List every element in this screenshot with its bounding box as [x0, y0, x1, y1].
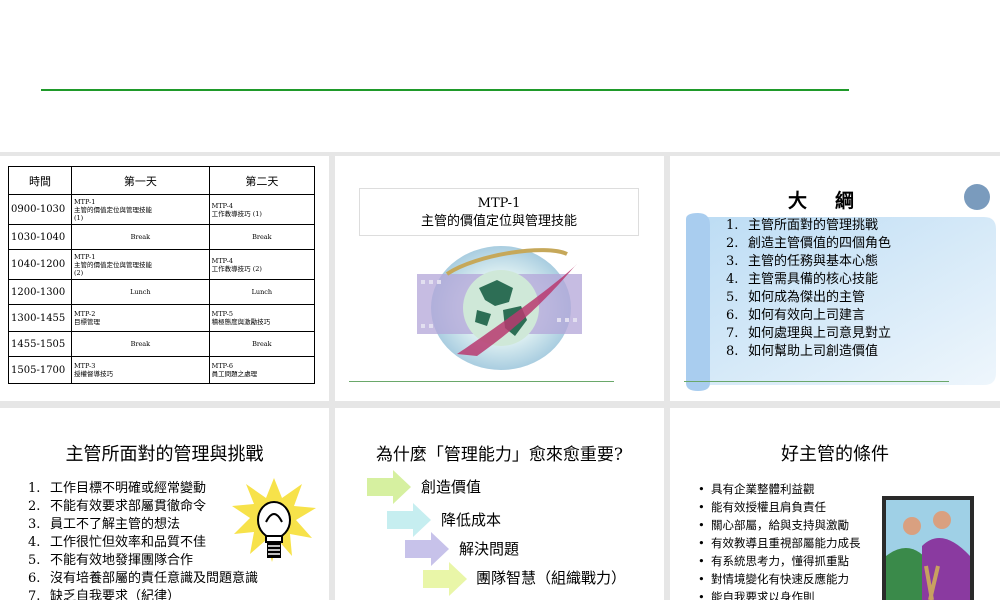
time-cell: 1200-1300: [8, 279, 72, 305]
slide-challenges[interactable]: 主管所面對的管理與挑戰 1. 工作目標不明確或經常變動 2. 不能有效要求部屬貫徹命…: [0, 408, 329, 600]
day1-cell: Break: [71, 224, 210, 250]
list-item: 4. 主管需具備的核心技能: [726, 272, 879, 287]
time-cell: 1455-1505: [8, 331, 72, 357]
day1-cell: MTP-1 主管的價值定位與管理技能 (1): [71, 194, 210, 225]
green-rule: [41, 89, 849, 91]
step-3: 解決問題: [459, 540, 520, 558]
day1-cell: Lunch: [71, 279, 210, 305]
lightbulb-icon: [232, 478, 316, 562]
list-item: 能自我要求以身作則: [698, 588, 861, 600]
list-item: 8. 如何幫助上司創造價值: [726, 344, 879, 359]
slide-schedule[interactable]: 時間 第一天 第二天 0900-1030 MTP-1 主管的價值定位與管理技能 …: [0, 156, 329, 401]
challenges-list: 1. 工作目標不明確或經常變動 2. 不能有效要求部屬貫徹命令 3. 員工不了解主管的…: [28, 480, 258, 600]
slide-title[interactable]: MTP-1 主管的價值定位與管理技能: [335, 156, 664, 401]
list-item: 有效教導且重視部屬能力成長: [698, 534, 861, 552]
day2-cell: MTP-6 員工問題之處理: [208, 356, 316, 384]
schedule-table: 時間 第一天 第二天 0900-1030 MTP-1 主管的價值定位與管理技能 …: [8, 166, 316, 384]
day1-cell: Break: [71, 331, 210, 357]
outline-list: 1. 主管所面對的管理挑戰 2. 創造主管價值的四個角色 3. 主管的任務與基本心態 …: [726, 217, 891, 361]
time-cell: 1300-1455: [8, 304, 72, 332]
table-row: 1040-1200 MTP-1 主管的價值定位與管理技能 (2) MTP-4 工…: [8, 249, 316, 280]
leaders-clipart: [882, 496, 974, 600]
list-item: 有系統思考力，懂得抓重點: [698, 552, 861, 570]
globe-clipart: [417, 246, 582, 370]
list-item: 具有企業整體利益觀: [698, 480, 861, 498]
header-day1: 第一天: [71, 166, 210, 195]
slide-why-management[interactable]: 為什麼「管理能力」愈來愈重要? 創造價值 降低成本 解決問題 團隊智慧（組織戰力…: [335, 408, 664, 600]
table-row: 1200-1300 Lunch Lunch: [8, 279, 316, 305]
step-1: 創造價值: [421, 478, 482, 496]
slide-good-boss[interactable]: 好主管的條件 具有企業整體利益觀 能有效授權且肩負責任 關心部屬，給與支持與激勵…: [670, 408, 1000, 600]
step-4: 團隊智慧（組織戰力）: [476, 569, 627, 587]
list-item: 7. 如何處理與上司意見對立: [726, 326, 892, 341]
header-time: 時間: [8, 166, 72, 195]
list-item: 3. 主管的任務與基本心態: [726, 254, 879, 269]
table-row: 1455-1505 Break Break: [8, 331, 316, 357]
challenges-title: 主管所面對的管理與挑戰: [65, 444, 264, 465]
list-item: 6. 如何有效向上司建言: [726, 308, 866, 323]
table-header-row: 時間 第一天 第二天: [8, 166, 316, 195]
footer-rule: [684, 381, 949, 382]
step-2: 降低成本: [441, 511, 502, 529]
slide-outline[interactable]: 大綱 1. 主管所面對的管理挑戰 2. 創造主管價值的四個角色 3. 主管的任務與基本…: [670, 156, 1000, 401]
footer-rule: [349, 381, 614, 382]
list-item: 對情境變化有快速反應能力: [698, 570, 861, 588]
time-cell: 1030-1040: [8, 224, 72, 250]
day2-cell: MTP-5 積極態度與激勵技巧: [208, 304, 316, 332]
time-cell: 0900-1030: [8, 194, 72, 225]
list-item: 關心部屬，給與支持與激勵: [698, 516, 861, 534]
why-title: 為什麼「管理能力」愈來愈重要?: [375, 445, 624, 465]
top-area: [0, 0, 1000, 152]
time-cell: 1040-1200: [8, 249, 72, 280]
day1-cell: MTP-3 授權督導技巧: [71, 356, 210, 384]
day1-cell: MTP-2 目標管理: [71, 304, 210, 332]
good-boss-list: 具有企業整體利益觀 能有效授權且肩負責任 關心部屬，給與支持與激勵 有效教導且重…: [698, 480, 861, 600]
day2-cell: MTP-4 工作教導技巧 (1): [208, 194, 316, 225]
list-item: 2. 創造主管價值的四個角色: [726, 236, 892, 251]
table-row: 0900-1030 MTP-1 主管的價值定位與管理技能 (1) MTP-4 工…: [8, 194, 316, 225]
day2-cell: Break: [208, 224, 316, 250]
list-item: 1. 主管所面對的管理挑戰: [726, 218, 879, 233]
table-row: 1505-1700 MTP-3 授權督導技巧 MTP-6 員工問題之處理: [8, 356, 316, 384]
day2-cell: MTP-4 工作教導技巧 (2): [208, 249, 316, 280]
table-row: 1030-1040 Break Break: [8, 224, 316, 250]
list-item: 1. 工作目標不明確或經常變動: [28, 481, 207, 496]
arrow-purple-icon: [405, 532, 449, 566]
title-code: MTP-1: [477, 196, 521, 211]
arrow-lime-icon: [423, 562, 467, 596]
list-item: 7. 缺乏自我要求（紀律）: [28, 589, 181, 600]
day2-cell: Lunch: [208, 279, 316, 305]
table-row: 1300-1455 MTP-2 目標管理 MTP-5 積極態度與激勵技巧: [8, 304, 316, 332]
title-box: MTP-1 主管的價值定位與管理技能: [359, 188, 639, 236]
list-item: 5. 如何成為傑出的主管: [726, 290, 866, 305]
title-text: 主管的價值定位與管理技能: [420, 214, 577, 229]
outline-title: 大綱: [787, 190, 882, 212]
quote-mark-icon: [964, 184, 990, 210]
list-item: 4. 工作很忙但效率和品質不佳: [28, 535, 207, 550]
list-item: 2. 不能有效要求部屬貫徹命令: [28, 499, 207, 514]
good-boss-title: 好主管的條件: [781, 444, 889, 465]
day2-cell: Break: [208, 331, 316, 357]
list-item: 5. 不能有效地發揮團隊合作: [28, 553, 194, 568]
header-day2: 第二天: [208, 166, 316, 195]
list-item: 3. 員工不了解主管的想法: [28, 517, 181, 532]
list-item: 6. 沒有培養部屬的責任意識及問題意識: [28, 571, 259, 586]
time-cell: 1505-1700: [8, 356, 72, 384]
list-item: 能有效授權且肩負責任: [698, 498, 861, 516]
arrow-green-icon: [367, 470, 411, 504]
day1-cell: MTP-1 主管的價值定位與管理技能 (2): [71, 249, 210, 280]
